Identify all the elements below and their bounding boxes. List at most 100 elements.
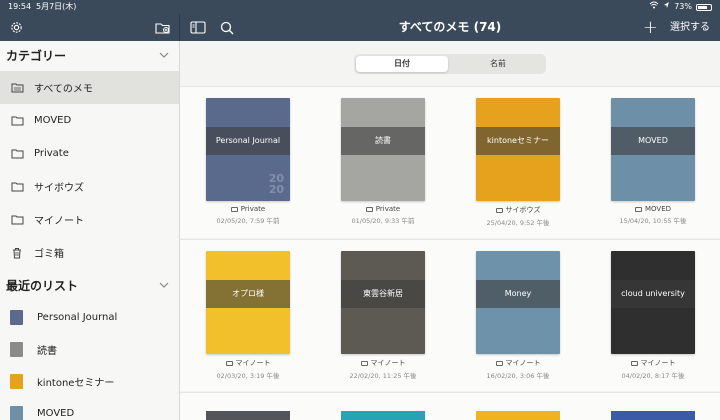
note-date: 16/02/20, 3:06 午後	[486, 372, 550, 380]
note-cover[interactable]: Money	[476, 251, 560, 354]
sidebar-item-category[interactable]: すべてのメモ	[0, 71, 179, 104]
recent-item[interactable]: kintoneセミナー	[0, 365, 179, 397]
note-card[interactable]: kintoneセミナーサイボウズ 25/04/20, 9:52 午後	[476, 98, 560, 227]
sidebar: カテゴリー すべてのメモ MOVED Private サイボウズマイノートゴミ箱 最近…	[0, 41, 180, 420]
note-cover[interactable]: Personal Journal 20 20	[206, 98, 290, 201]
note-meta: Private 02/05/20, 7:59 午前	[206, 205, 290, 225]
sidebar-item-category[interactable]: ゴミ箱	[0, 236, 179, 269]
status-right: 73%	[649, 0, 712, 14]
sidebar-item-label: マイノート	[34, 216, 84, 227]
battery-percent: 73%	[674, 2, 692, 11]
note-date: 02/03/20, 3:19 午後	[216, 372, 280, 380]
battery-icon	[696, 3, 712, 11]
note-title: 東雲谷新居	[341, 280, 425, 308]
app-root: 19:54 5月7日(木) 73% すべてのメモ (74) + 選択する カテゴ…	[0, 0, 720, 420]
note-folder: MOVED	[611, 205, 695, 213]
location-icon	[663, 0, 670, 14]
note-date: 25/04/20, 9:52 午後	[486, 219, 550, 227]
note-date: 22/02/20, 11:25 午後	[349, 372, 417, 380]
note-title: MOVED	[611, 127, 695, 155]
status-date: 5月7日(木)	[36, 2, 77, 11]
note-cover[interactable]: 東雲谷新居	[341, 251, 425, 354]
note-title: kintoneセミナー	[476, 127, 560, 155]
note-card[interactable]: Money マイノート 16/02/20, 3:06 午後	[476, 251, 560, 380]
note-thumbnail	[10, 341, 23, 357]
new-folder-icon[interactable]	[154, 19, 171, 36]
note-title: オプロ様	[206, 280, 290, 308]
note-card[interactable]: cloud university マイノート 04/02/20, 8:17 午後	[611, 251, 695, 380]
note-card[interactable]: オプロ様 マイノート 02/03/20, 3:19 午後	[206, 251, 290, 380]
categories-title: カテゴリー	[6, 49, 67, 63]
sidebar-item-label: MOVED	[34, 115, 72, 126]
sidebar-item-category[interactable]: サイボウズ	[0, 170, 179, 203]
note-title: Money	[476, 280, 560, 308]
recent-item[interactable]: Personal Journal	[0, 301, 179, 333]
note-folder: マイノート	[476, 358, 560, 368]
note-card[interactable]: 読書 Private 01/05/20, 9:33 午前	[341, 98, 425, 225]
recent-item-label: Personal Journal	[37, 311, 118, 323]
select-button[interactable]: 選択する	[670, 14, 710, 41]
notes-row: オプロ様 マイノート 02/03/20, 3:19 午後 東雲谷新居 マイノート 22/0…	[180, 239, 720, 391]
folder-icon	[634, 206, 642, 212]
chevron-down-icon[interactable]	[159, 271, 169, 301]
sidebar-item-category[interactable]: Private	[0, 137, 179, 170]
recent-header[interactable]: 最近のリスト	[0, 271, 179, 301]
folder-icon	[495, 360, 503, 366]
note-cover[interactable]	[611, 411, 695, 420]
note-meta: マイノート 16/02/20, 3:06 午後	[476, 358, 560, 380]
sort-name-tab[interactable]: 名前	[452, 56, 544, 72]
note-cover[interactable]	[206, 411, 290, 420]
note-cover[interactable]: MOVED	[611, 98, 695, 201]
note-cover[interactable]	[476, 411, 560, 420]
recent-item[interactable]: MOVED	[0, 397, 179, 420]
note-meta: MOVED 15/04/20, 10:55 午後	[611, 205, 695, 225]
category-list: すべてのメモ MOVED Private サイボウズマイノートゴミ箱	[0, 71, 179, 269]
sidebar-item-category[interactable]: MOVED	[0, 104, 179, 137]
note-thumbnail	[10, 309, 23, 325]
folder-icon	[10, 214, 24, 225]
trash-icon	[10, 247, 24, 258]
note-date: 02/05/20, 7:59 午前	[216, 217, 280, 225]
note-cover[interactable]: cloud university	[611, 251, 695, 354]
note-folder: サイボウズ	[476, 205, 560, 215]
all-notes-icon	[10, 82, 24, 93]
sidebar-item-label: すべてのメモ	[34, 84, 93, 95]
note-date: 04/02/20, 8:17 午後	[621, 372, 685, 380]
note-folder: マイノート	[341, 358, 425, 368]
note-title: 読書	[341, 127, 425, 155]
folder-icon	[360, 360, 368, 366]
sort-date-tab[interactable]: 日付	[356, 56, 448, 72]
note-cover[interactable]: オプロ様	[206, 251, 290, 354]
note-meta: Private 01/05/20, 9:33 午前	[341, 205, 425, 225]
note-card[interactable]: Personal Journal 20 20 Private 02/05/20, 7:5…	[206, 98, 290, 225]
folder-icon	[225, 360, 233, 366]
folder-icon	[630, 360, 638, 366]
note-card[interactable]: 東雲谷新居マイノート 22/02/20, 11:25 午後	[341, 251, 425, 380]
add-note-button[interactable]: +	[643, 14, 658, 41]
note-date: 15/04/20, 10:55 午後	[619, 217, 687, 225]
note-folder: Private	[341, 205, 425, 213]
status-bar: 19:54 5月7日(木) 73%	[0, 0, 720, 14]
wifi-icon	[649, 0, 659, 14]
categories-header[interactable]: カテゴリー	[0, 41, 179, 71]
note-cover[interactable]: 読書	[341, 98, 425, 201]
sidebar-item-label: サイボウズ	[34, 183, 84, 194]
recent-item[interactable]: 読書	[0, 333, 179, 365]
page-title: すべてのメモ (74)	[398, 20, 502, 34]
main-toolbar: すべてのメモ (74) + 選択する	[180, 14, 720, 41]
notes-row-partial	[180, 392, 720, 420]
sidebar-item-category[interactable]: マイノート	[0, 203, 179, 236]
note-cover[interactable]: kintoneセミナー	[476, 98, 560, 201]
status-time: 19:54	[8, 2, 32, 11]
sidebar-item-label: Private	[34, 148, 69, 159]
note-meta: サイボウズ 25/04/20, 9:52 午後	[476, 205, 560, 227]
sort-segmented-control: 日付 名前	[354, 54, 546, 74]
chevron-down-icon[interactable]	[159, 41, 169, 71]
note-card[interactable]: MOVED MOVED 15/04/20, 10:55 午後	[611, 98, 695, 225]
sidebar-toolbar	[0, 14, 180, 41]
gear-icon[interactable]	[8, 19, 25, 36]
note-cover[interactable]	[341, 411, 425, 420]
recent-item-label: MOVED	[37, 407, 75, 419]
recent-list: Personal Journal 読書 kintoneセミナー MOVED	[0, 301, 179, 420]
cover-year-text: 20 20	[268, 172, 284, 196]
